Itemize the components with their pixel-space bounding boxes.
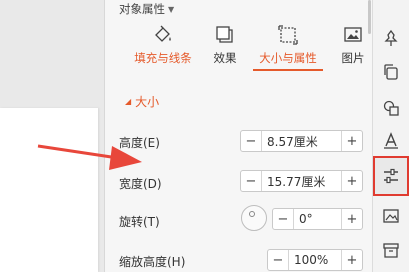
panel-title[interactable]: 对象属性 ▼ <box>119 1 174 17</box>
fill-bucket-icon <box>119 24 207 46</box>
height-input[interactable]: 8.57厘米 <box>262 131 341 151</box>
collapse-triangle-icon[interactable]: ◢ <box>125 97 131 106</box>
scale-height-input[interactable]: 100% <box>289 250 341 270</box>
document-page[interactable] <box>0 108 98 272</box>
shapes-icon[interactable] <box>381 98 401 118</box>
text-style-icon[interactable] <box>381 131 401 151</box>
properties-sliders-icon[interactable] <box>373 156 409 196</box>
copy-icon[interactable] <box>381 62 401 82</box>
scale-height-decrement-button[interactable]: − <box>268 250 289 270</box>
tab-size-and-properties-label: 大小与属性 <box>259 51 317 65</box>
width-label: 宽度(D) <box>119 177 162 191</box>
rotation-decrement-button[interactable]: − <box>273 209 294 229</box>
panel-title-text: 对象属性 <box>119 2 165 16</box>
panel-scrollbar[interactable] <box>368 0 371 34</box>
rotation-dial[interactable] <box>241 205 267 231</box>
tab-effect[interactable]: 效果 <box>205 24 245 66</box>
width-increment-button[interactable]: + <box>341 171 362 191</box>
section-size-title: 大小 <box>135 95 160 109</box>
chevron-down-icon[interactable]: ▼ <box>168 5 174 14</box>
tab-size-and-properties[interactable]: 大小与属性 <box>251 24 325 66</box>
size-frame-icon <box>251 24 325 46</box>
scale-height-label: 缩放高度(H) <box>119 255 186 269</box>
object-properties-panel: 对象属性 ▼ 填充与线条 效果 大小与属性 图片 ◢ 大小 高度(E) − 8.… <box>104 0 373 272</box>
section-size-header[interactable]: ◢ 大小 <box>125 93 159 110</box>
rotation-input[interactable]: 0° <box>294 209 341 229</box>
scale-height-increment-button[interactable]: + <box>341 250 362 270</box>
picture-icon <box>333 24 373 46</box>
tab-fill-and-line[interactable]: 填充与线条 <box>119 24 207 66</box>
height-stepper[interactable]: − 8.57厘米 + <box>240 130 363 152</box>
height-label: 高度(E) <box>119 136 160 150</box>
width-stepper[interactable]: − 15.77厘米 + <box>240 170 363 192</box>
tab-picture-label: 图片 <box>341 51 365 65</box>
archive-box-icon[interactable] <box>381 240 401 260</box>
height-decrement-button[interactable]: − <box>241 131 262 151</box>
width-input[interactable]: 15.77厘米 <box>262 171 341 191</box>
rotation-label: 旋转(T) <box>119 215 160 229</box>
height-increment-button[interactable]: + <box>341 131 362 151</box>
active-tab-indicator <box>253 69 323 71</box>
tab-effect-label: 效果 <box>213 51 237 65</box>
right-sidebar <box>372 0 409 272</box>
effect-shape-icon <box>205 24 245 46</box>
tab-picture[interactable]: 图片 <box>333 24 373 66</box>
scale-height-stepper[interactable]: − 100% + <box>267 249 363 271</box>
image-edit-icon[interactable] <box>381 206 401 226</box>
document-canvas[interactable] <box>0 0 104 272</box>
width-decrement-button[interactable]: − <box>241 171 262 191</box>
pin-icon[interactable] <box>381 28 401 48</box>
rotation-increment-button[interactable]: + <box>341 209 362 229</box>
tab-fill-and-line-label: 填充与线条 <box>134 51 192 65</box>
rotation-stepper[interactable]: − 0° + <box>272 208 363 230</box>
